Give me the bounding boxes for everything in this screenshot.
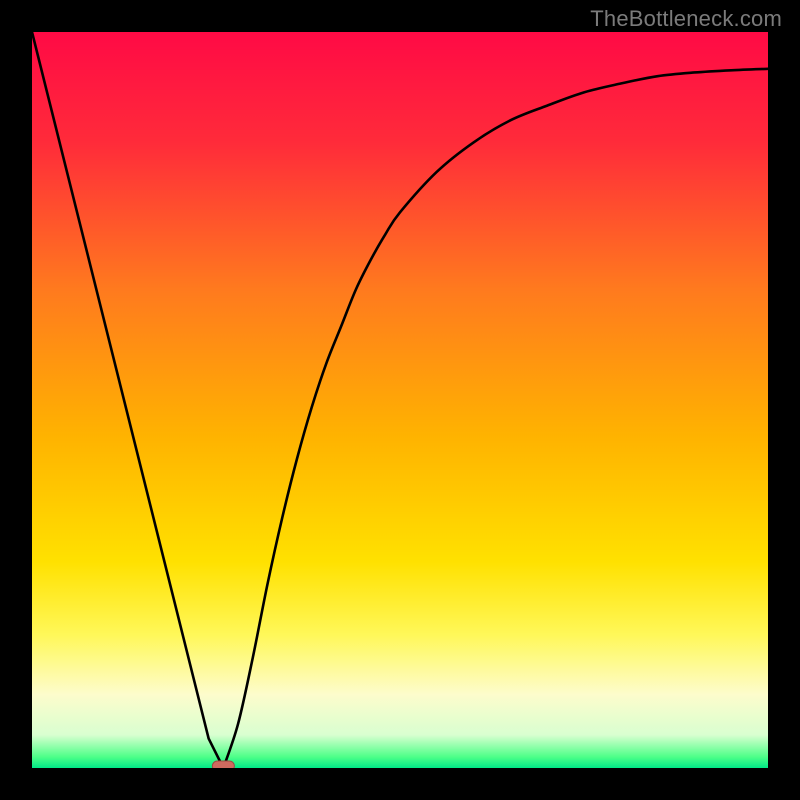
minimum-marker xyxy=(212,761,234,768)
bottleneck-chart xyxy=(32,32,768,768)
gradient-background xyxy=(32,32,768,768)
chart-frame xyxy=(32,32,768,768)
watermark-text: TheBottleneck.com xyxy=(590,6,782,32)
